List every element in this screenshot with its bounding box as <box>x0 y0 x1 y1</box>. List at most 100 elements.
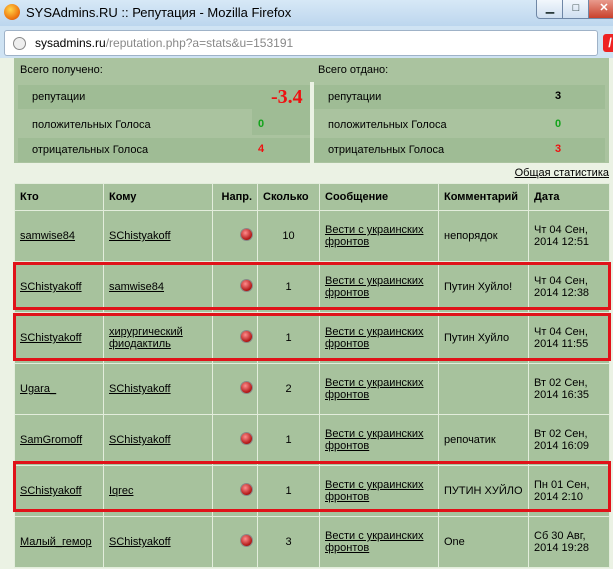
stats-panel: Всего получено: Всего отдано: репутации … <box>14 58 609 163</box>
from-user-link[interactable]: Малый_гемор <box>20 536 92 548</box>
table-row: SChistyakoff samwise84 1 Вести с украинс… <box>14 261 610 313</box>
col-header-from: Кто <box>14 183 104 211</box>
table-row: Ugara_ SChistyakoff 2 Вести с украинских… <box>14 363 610 415</box>
close-icon: ✕ <box>599 2 609 14</box>
amount-cell: 1 <box>257 465 320 517</box>
stats-divider <box>310 82 314 163</box>
addon-icon: / <box>608 35 612 50</box>
received-header: Всего получено: <box>20 64 103 76</box>
received-positive-value: 0 <box>258 118 265 130</box>
col-header-date: Дата <box>528 183 610 211</box>
window-titlebar: SYSAdmins.RU :: Репутация - Mozilla Fire… <box>0 0 613 26</box>
to-user-link[interactable]: SChistyakoff <box>109 383 171 395</box>
col-header-comment: Комментарий <box>438 183 529 211</box>
amount-cell: 3 <box>257 516 320 568</box>
date-cell: Чт 04 Сен, 2014 12:38 <box>528 261 610 313</box>
from-user-link[interactable]: SamGromoff <box>20 434 82 446</box>
direction-icon <box>241 382 252 393</box>
message-link[interactable]: Вести с украинских фронтов <box>325 275 423 299</box>
given-reputation-row: репутации <box>314 85 549 109</box>
comment-cell: репочатик <box>438 414 529 466</box>
minimize-icon: ▁ <box>545 2 555 14</box>
table-row: Малый_гемор SChistyakoff 3 Вести с украи… <box>14 516 610 568</box>
amount-cell: 1 <box>257 312 320 364</box>
message-link[interactable]: Вести с украинских фронтов <box>325 428 423 452</box>
page-content: Всего получено: Всего отдано: репутации … <box>0 58 613 569</box>
direction-icon <box>241 280 252 291</box>
address-bar[interactable]: sysadmins.ru/reputation.php?a=stats&u=15… <box>4 30 598 56</box>
comment-cell: Путин Хуйло! <box>438 261 529 313</box>
table-row: SChistyakoff хирургический фиодактиль 1 … <box>14 312 610 364</box>
maximize-button[interactable]: □ <box>562 0 590 19</box>
received-reputation-value: -3.4 <box>271 86 303 108</box>
comment-cell: непорядок <box>438 210 529 262</box>
date-cell: Вт 02 Сен, 2014 16:09 <box>528 414 610 466</box>
comment-cell: Путин Хуйло <box>438 312 529 364</box>
amount-cell: 1 <box>257 261 320 313</box>
direction-icon <box>241 535 252 546</box>
reputation-table: Кто Кому Напр. Сколько Сообщение Коммент… <box>14 183 610 568</box>
url-domain: sysadmins.ru <box>35 36 106 50</box>
url-path: /reputation.php?a=stats&u=153191 <box>105 36 294 50</box>
to-user-link[interactable]: хирургический фиодактиль <box>109 326 183 350</box>
given-reputation-label: репутации <box>328 91 382 103</box>
direction-icon <box>241 331 252 342</box>
received-negative-row: отрицательных Голоса 4 <box>18 138 310 162</box>
message-link[interactable]: Вести с украинских фронтов <box>325 530 423 554</box>
to-user-link[interactable]: samwise84 <box>109 281 164 293</box>
given-reputation-box: 3 <box>549 85 605 109</box>
from-user-link[interactable]: SChistyakoff <box>20 332 82 344</box>
to-user-link[interactable]: SChistyakoff <box>109 230 171 242</box>
received-positive-row: положительных Голоса 0 <box>18 113 264 135</box>
message-link[interactable]: Вести с украинских фронтов <box>325 377 423 401</box>
message-link[interactable]: Вести с украинских фронтов <box>325 326 423 350</box>
table-row: SamGromoff SChistyakoff 1 Вести с украин… <box>14 414 610 466</box>
from-user-link[interactable]: Ugara_ <box>20 383 56 395</box>
site-identity-icon[interactable] <box>13 37 26 50</box>
date-cell: Сб 30 Авг, 2014 19:28 <box>528 516 610 568</box>
from-user-link[interactable]: samwise84 <box>20 230 75 242</box>
minimize-button[interactable]: ▁ <box>536 0 564 19</box>
general-stats-link[interactable]: Общая статистика <box>515 167 609 179</box>
window-title: SYSAdmins.RU :: Репутация - Mozilla Fire… <box>26 5 292 20</box>
comment-cell <box>438 363 529 415</box>
amount-cell: 10 <box>257 210 320 262</box>
close-button[interactable]: ✕ <box>588 0 613 19</box>
given-positive-row: положительных Голоса 0 <box>314 113 605 135</box>
table-header-row: Кто Кому Напр. Сколько Сообщение Коммент… <box>14 183 610 211</box>
to-user-link[interactable]: SChistyakoff <box>109 434 171 446</box>
col-header-direction: Напр. <box>212 183 258 211</box>
received-positive-label: положительных Голоса <box>32 119 151 131</box>
col-header-to: Кому <box>103 183 213 211</box>
comment-cell: One <box>438 516 529 568</box>
given-header: Всего отдано: <box>318 64 389 76</box>
given-positive-label: положительных Голоса <box>328 119 447 131</box>
received-reputation-label: репутации <box>32 91 86 103</box>
date-cell: Пн 01 Сен, 2014 2:10 <box>528 465 610 517</box>
addon-button[interactable]: / <box>603 34 613 52</box>
direction-icon <box>241 433 252 444</box>
given-negative-label: отрицательных Голоса <box>328 144 445 156</box>
received-reputation-row: репутации <box>18 85 252 109</box>
to-user-link[interactable]: Iqrec <box>109 485 133 497</box>
amount-cell: 2 <box>257 363 320 415</box>
date-cell: Чт 04 Сен, 2014 12:51 <box>528 210 610 262</box>
direction-icon <box>241 484 252 495</box>
date-cell: Вт 02 Сен, 2014 16:35 <box>528 363 610 415</box>
date-cell: Чт 04 Сен, 2014 11:55 <box>528 312 610 364</box>
message-link[interactable]: Вести с украинских фронтов <box>325 224 423 248</box>
given-negative-row: отрицательных Голоса 3 <box>314 138 605 162</box>
col-header-amount: Сколько <box>257 183 320 211</box>
table-row: samwise84 SChistyakoff 10 Вести с украин… <box>14 210 610 262</box>
to-user-link[interactable]: SChistyakoff <box>109 536 171 548</box>
given-positive-value: 0 <box>555 118 562 130</box>
from-user-link[interactable]: SChistyakoff <box>20 485 82 497</box>
url-text[interactable]: sysadmins.ru/reputation.php?a=stats&u=15… <box>35 36 293 50</box>
col-header-message: Сообщение <box>319 183 439 211</box>
message-link[interactable]: Вести с украинских фронтов <box>325 479 423 503</box>
from-user-link[interactable]: SChistyakoff <box>20 281 82 293</box>
given-reputation-value: 3 <box>555 90 562 102</box>
direction-icon <box>241 229 252 240</box>
maximize-icon: □ <box>572 2 580 14</box>
received-negative-value: 4 <box>258 143 265 155</box>
